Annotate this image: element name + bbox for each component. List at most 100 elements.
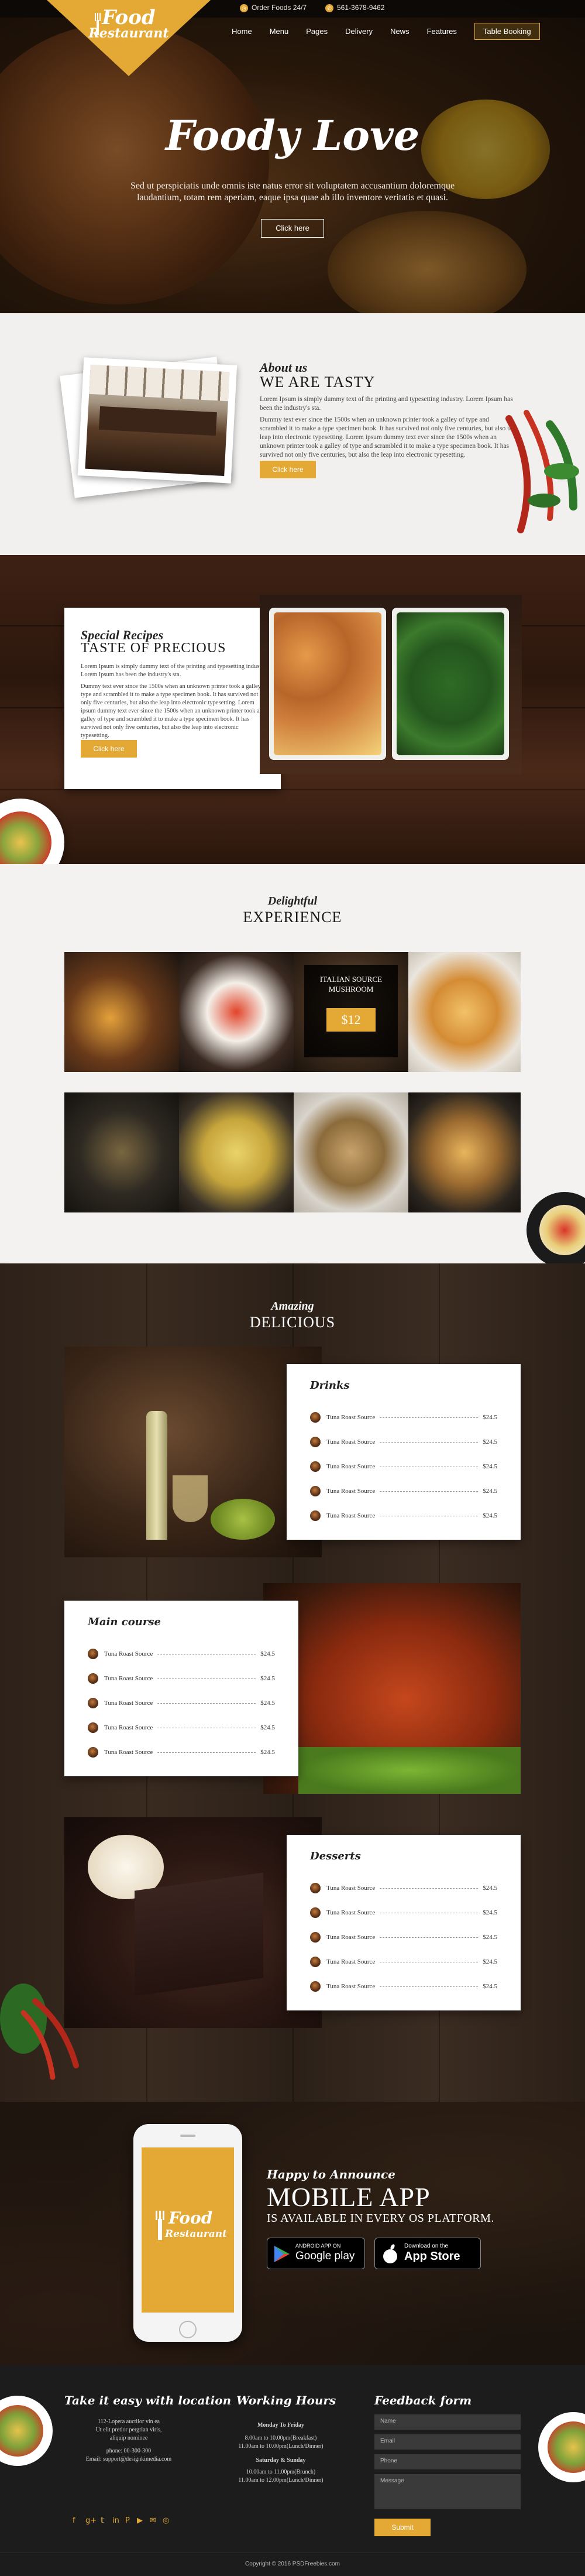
nav-menu[interactable]: Menu — [270, 27, 289, 36]
pinterest-icon[interactable]: P — [125, 2516, 130, 2525]
hero-text: Sed ut perspiciatis unde omnis iste natu… — [130, 181, 455, 203]
dish-thumbnail-icon — [310, 1437, 321, 1447]
special-click-button[interactable]: Click here — [81, 740, 137, 758]
nav-delivery[interactable]: Delivery — [345, 27, 373, 36]
menu-item-row[interactable]: Tuna Roast Source $24.5 — [310, 1930, 497, 1945]
menu-item-row[interactable]: Tuna Roast Source $24.5 — [310, 1410, 497, 1425]
clock-icon: ◷ — [240, 4, 248, 12]
experience-section: Delightful EXPERIENCE ITALIAN SOURCE MUS… — [0, 864, 585, 1268]
about-para1: Lorem Ipsum is simply dummy text of the … — [260, 396, 513, 412]
menu-item-price: $24.5 — [260, 1700, 275, 1707]
gallery-tile-spring-rolls[interactable] — [408, 952, 521, 1072]
feedback-email-field[interactable]: Email — [374, 2434, 521, 2450]
about-title: WE ARE TASTY — [260, 374, 376, 390]
gallery-tile-noodles[interactable] — [64, 952, 179, 1072]
menu-item-name: Tuna Roast Source — [326, 1983, 376, 1990]
menu-item-name: Tuna Roast Source — [326, 1438, 376, 1445]
gallery-tile-fried-dish[interactable] — [64, 1092, 179, 1212]
menu-item-price: $24.5 — [483, 1958, 497, 1965]
menu-item-price: $24.5 — [483, 1885, 497, 1892]
menu-item-row[interactable]: Tuna Roast Source $24.5 — [88, 1720, 275, 1735]
table-booking-button[interactable]: Table Booking — [474, 22, 540, 40]
menu-item-price: $24.5 — [260, 1749, 275, 1756]
nav-news[interactable]: News — [390, 27, 410, 36]
facebook-icon[interactable]: f — [73, 2516, 75, 2525]
menu-item-row[interactable]: Tuna Roast Source $24.5 — [310, 1484, 497, 1499]
menu-item-leader — [380, 1937, 479, 1938]
app-title: MOBILE APP — [267, 2182, 431, 2212]
menu-item-row[interactable]: Tuna Roast Source $24.5 — [310, 1434, 497, 1450]
footer-section: Take it easy with location 112-Lopera au… — [0, 2365, 585, 2576]
featured-dish-name: ITALIAN SOURCE MUSHROOM — [319, 975, 383, 994]
menu-item-name: Tuna Roast Source — [104, 1650, 153, 1657]
footer-copyright: Copyright © 2016 PSDFreebies.com — [245, 2561, 340, 2567]
menu-item-price: $24.5 — [483, 1934, 497, 1941]
menu-item-row[interactable]: Tuna Roast Source $24.5 — [310, 1979, 497, 1994]
feedback-submit-button[interactable]: Submit — [374, 2519, 431, 2536]
gallery-tile-tacos[interactable] — [408, 1092, 521, 1212]
gallery-tile-spices[interactable] — [294, 1092, 408, 1212]
menu-item-row[interactable]: Tuna Roast Source $24.5 — [88, 1646, 275, 1662]
menu-item-leader — [380, 1441, 479, 1443]
instagram-icon[interactable]: ◎ — [163, 2516, 169, 2525]
feedback-message-field[interactable]: Message — [374, 2474, 521, 2509]
menu-item-price: $24.5 — [483, 1909, 497, 1916]
chicken-wings-image — [263, 1583, 521, 1794]
google-plus-icon[interactable]: g+ — [85, 2516, 97, 2525]
logo[interactable]: Food Restaurant — [47, 0, 211, 76]
menu-item-name: Tuna Roast Source — [104, 1724, 153, 1731]
menu-item-leader — [157, 1752, 256, 1753]
menu-section: Amazing DELICIOUS Drinks Tuna Roast Sour… — [0, 1263, 585, 2102]
hero-section: Food Restaurant ◷ Order Foods 24/7 ✆ 561-3… — [0, 0, 585, 313]
contact-phone[interactable]: ✆ 561-3678-9462 — [325, 4, 384, 12]
menu-script: Amazing — [271, 1300, 314, 1313]
experience-title: EXPERIENCE — [243, 909, 342, 926]
app-store-button[interactable]: Download on the App Store — [374, 2238, 481, 2269]
featured-dish-price: $12 — [326, 1008, 376, 1032]
nav-pages[interactable]: Pages — [306, 27, 328, 36]
app-script: Happy to Announce — [267, 2167, 395, 2181]
menu-item-row[interactable]: Tuna Roast Source $24.5 — [88, 1695, 275, 1711]
main-course-card: Main course Tuna Roast Source $24.5 Tuna R… — [64, 1601, 298, 1776]
footer-salad-plate-left — [0, 2396, 53, 2466]
linkedin-icon[interactable]: in — [112, 2516, 119, 2525]
restaurant-interior-image — [85, 364, 230, 477]
gallery-tile-pasta[interactable] — [179, 1092, 294, 1212]
menu-item-row[interactable]: Tuna Roast Source $24.5 — [310, 1508, 497, 1523]
gallery-tile-featured[interactable]: ITALIAN SOURCE MUSHROOM $12 — [294, 952, 408, 1072]
menu-item-name: Tuna Roast Source — [326, 1414, 376, 1421]
salad-plate-image — [0, 799, 64, 864]
google-play-button[interactable]: ANDROID APP ON Google play — [267, 2238, 365, 2269]
menu-item-row[interactable]: Tuna Roast Source $24.5 — [310, 1954, 497, 1969]
footer-hours-label1: Monday To Friday — [257, 2422, 305, 2428]
chili-pepper-decoration-icon — [505, 410, 579, 533]
phone-screen: Food Restaurant — [142, 2147, 234, 2313]
feedback-name-field[interactable]: Name — [374, 2414, 521, 2430]
footer-hours-title: Working Hours — [236, 2393, 336, 2407]
about-photo-front — [77, 357, 238, 484]
logo-subtitle: Restaurant — [88, 26, 169, 41]
hero-title: Foody Love — [165, 111, 420, 160]
menu-item-row[interactable]: Tuna Roast Source $24.5 — [310, 1459, 497, 1474]
menu-item-row[interactable]: Tuna Roast Source $24.5 — [310, 1880, 497, 1896]
about-click-button[interactable]: Click here — [260, 461, 316, 478]
experience-script: Delightful — [267, 895, 318, 907]
gallery-tile-salad-plate[interactable] — [179, 952, 294, 1072]
nav-home[interactable]: Home — [232, 27, 252, 36]
menu-item-row[interactable]: Tuna Roast Source $24.5 — [88, 1745, 275, 1760]
menu-item-name: Tuna Roast Source — [326, 1463, 376, 1470]
menu-item-row[interactable]: Tuna Roast Source $24.5 — [88, 1671, 275, 1686]
footer-email[interactable]: Email: support@designkimedia.com — [64, 2455, 193, 2464]
youtube-icon[interactable]: ▶ — [137, 2516, 143, 2525]
pasta-bowl-decoration — [526, 1192, 585, 1268]
feedback-phone-field[interactable]: Phone — [374, 2454, 521, 2469]
menu-item-price: $24.5 — [483, 1488, 497, 1495]
hero-click-button[interactable]: Click here — [261, 219, 324, 238]
app-store-big: App Store — [404, 2250, 460, 2263]
special-card: Special Recipes TASTE OF PRECIOUS Lorem … — [64, 608, 281, 789]
nav-features[interactable]: Features — [427, 27, 457, 36]
email-icon[interactable]: ✉ — [150, 2516, 156, 2525]
twitter-icon[interactable]: 𝕥 — [101, 2516, 104, 2525]
menu-item-row[interactable]: Tuna Roast Source $24.5 — [310, 1905, 497, 1920]
dish-thumbnail-icon — [88, 1649, 98, 1659]
